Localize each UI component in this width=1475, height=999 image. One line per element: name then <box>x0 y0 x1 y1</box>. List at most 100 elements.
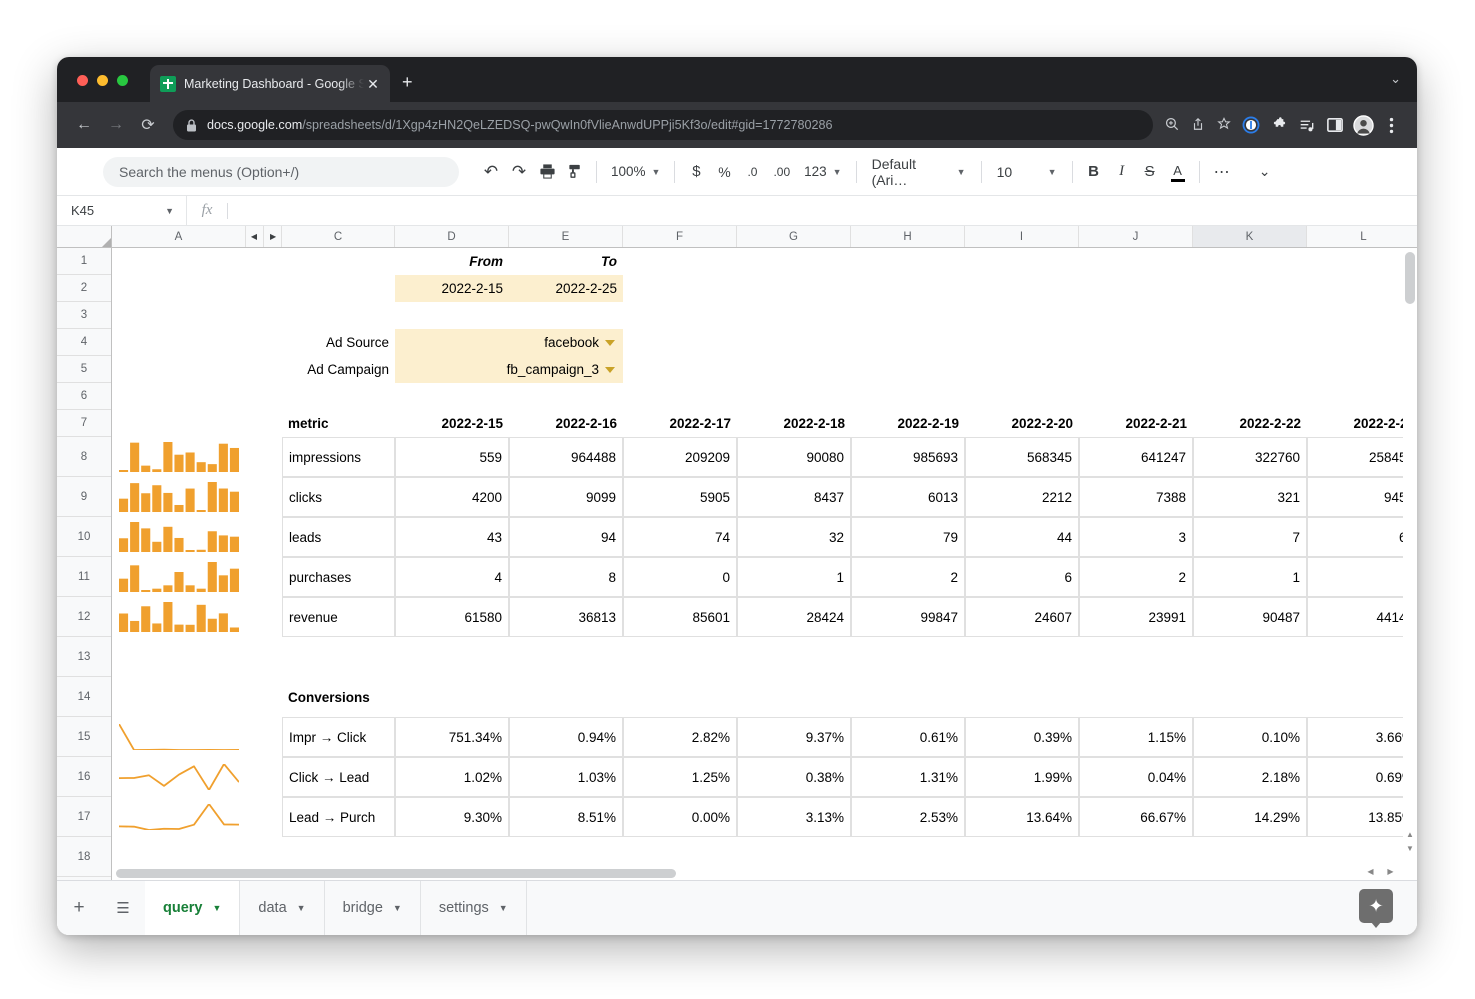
profile-avatar[interactable] <box>1349 114 1377 136</box>
row-header-8[interactable]: 8 <box>57 437 111 477</box>
conversion-value-cell[interactable]: 2.18% <box>1193 757 1307 797</box>
strikethrough-button[interactable]: S <box>1136 158 1164 186</box>
metric-value-cell[interactable]: 99847 <box>851 597 965 637</box>
conversion-value-cell[interactable]: 2.53% <box>851 797 965 837</box>
reading-list-icon[interactable] <box>1293 117 1321 134</box>
metric-value-cell[interactable]: 8437 <box>737 477 851 517</box>
row-header-12[interactable]: 12 <box>57 597 111 637</box>
close-icon[interactable]: ✕ <box>364 75 382 93</box>
conversion-value-cell[interactable]: 3.13% <box>737 797 851 837</box>
metric-value-cell[interactable]: 4 <box>395 557 509 597</box>
metric-value-cell[interactable]: 641247 <box>1079 437 1193 477</box>
column-header-E[interactable]: E <box>509 226 623 247</box>
metric-value-cell[interactable]: 32 <box>737 517 851 557</box>
zoom-icon[interactable] <box>1159 117 1185 134</box>
metric-value-cell[interactable]: 559 <box>395 437 509 477</box>
decrease-decimal-button[interactable]: .0 <box>738 158 766 186</box>
column-header-I[interactable]: I <box>965 226 1079 247</box>
conversion-value-cell[interactable]: 13.85% <box>1307 797 1417 837</box>
scroll-up-icon[interactable]: ▲ <box>1404 830 1416 842</box>
conversion-value-cell[interactable]: 1.25% <box>623 757 737 797</box>
scroll-left-icon[interactable]: ◀ <box>1364 867 1377 879</box>
conversion-value-cell[interactable]: 1.15% <box>1079 717 1193 757</box>
metric-value-cell[interactable]: 4200 <box>395 477 509 517</box>
column-header-A[interactable]: A <box>112 226 246 247</box>
address-bar[interactable]: docs.google.com/spreadsheets/d/1Xgp4zHN2… <box>173 110 1153 140</box>
print-icon[interactable] <box>533 158 561 186</box>
metric-value-cell[interactable]: 9 <box>1307 557 1417 597</box>
metric-value-cell[interactable]: 65 <box>1307 517 1417 557</box>
metric-value-cell[interactable]: 61580 <box>395 597 509 637</box>
metric-value-cell[interactable]: 74 <box>623 517 737 557</box>
metric-value-cell[interactable]: 985693 <box>851 437 965 477</box>
reload-icon[interactable]: ⟳ <box>133 110 163 140</box>
metric-value-cell[interactable]: 43 <box>395 517 509 557</box>
metric-value-cell[interactable]: 24607 <box>965 597 1079 637</box>
metric-value-cell[interactable]: 3 <box>1079 517 1193 557</box>
column-collapse-left-icon[interactable]: ◀ <box>246 226 264 247</box>
row-header-4[interactable]: 4 <box>57 329 111 356</box>
metric-value-cell[interactable]: 79 <box>851 517 965 557</box>
metric-value-cell[interactable]: 322760 <box>1193 437 1307 477</box>
metric-name-cell[interactable]: purchases <box>282 557 395 597</box>
conversion-value-cell[interactable]: 9.30% <box>395 797 509 837</box>
conversion-name-cell[interactable]: Click → Lead <box>282 757 395 797</box>
puzzle-extensions-icon[interactable] <box>1265 116 1293 134</box>
explore-button[interactable]: ✦ <box>1359 889 1393 928</box>
vertical-scrollbar[interactable]: ▲ ▼ <box>1403 248 1417 858</box>
percent-format-button[interactable]: % <box>710 158 738 186</box>
vertical-scrollbar-thumb[interactable] <box>1405 252 1415 304</box>
conversion-value-cell[interactable]: 0.69% <box>1307 757 1417 797</box>
metric-name-cell[interactable]: revenue <box>282 597 395 637</box>
ad-campaign-dropdown[interactable]: fb_campaign_3 <box>395 356 623 383</box>
more-options-button[interactable]: ⋯ <box>1207 158 1237 186</box>
sheet-tab-settings[interactable]: settings ▼ <box>421 881 527 935</box>
row-header-10[interactable]: 10 <box>57 517 111 557</box>
conversion-value-cell[interactable]: 1.31% <box>851 757 965 797</box>
row-header-6[interactable]: 6 <box>57 383 111 410</box>
metric-value-cell[interactable]: 2 <box>851 557 965 597</box>
metric-value-cell[interactable]: 7 <box>1193 517 1307 557</box>
metric-value-cell[interactable]: 209209 <box>623 437 737 477</box>
metric-value-cell[interactable]: 44 <box>965 517 1079 557</box>
metric-name-cell[interactable]: clicks <box>282 477 395 517</box>
sheet-tab-query[interactable]: query ▼ <box>145 881 241 935</box>
metric-value-cell[interactable]: 28424 <box>737 597 851 637</box>
side-panel-icon[interactable] <box>1321 117 1349 133</box>
conversion-value-cell[interactable]: 751.34% <box>395 717 509 757</box>
conversion-value-cell[interactable]: 0.94% <box>509 717 623 757</box>
column-header-L[interactable]: L <box>1307 226 1417 247</box>
column-header-F[interactable]: F <box>623 226 737 247</box>
to-date-cell[interactable]: 2022-2-25 <box>509 275 623 302</box>
column-header-K[interactable]: K <box>1193 226 1307 247</box>
conversion-value-cell[interactable]: 1.99% <box>965 757 1079 797</box>
metric-value-cell[interactable]: 258453 <box>1307 437 1417 477</box>
conversion-name-cell[interactable]: Impr → Click <box>282 717 395 757</box>
conversion-value-cell[interactable]: 8.51% <box>509 797 623 837</box>
metric-value-cell[interactable]: 9455 <box>1307 477 1417 517</box>
metric-value-cell[interactable]: 6 <box>965 557 1079 597</box>
from-date-cell[interactable]: 2022-2-15 <box>395 275 509 302</box>
metric-value-cell[interactable]: 7388 <box>1079 477 1193 517</box>
paint-format-icon[interactable] <box>561 158 589 186</box>
chevron-down-icon[interactable]: ▼ <box>213 903 222 913</box>
horizontal-scrollbar[interactable]: ◀ ▶ <box>112 866 1403 880</box>
metric-value-cell[interactable]: 1 <box>1193 557 1307 597</box>
metric-value-cell[interactable]: 8 <box>509 557 623 597</box>
conversion-value-cell[interactable]: 2.82% <box>623 717 737 757</box>
row-header-18[interactable]: 18 <box>57 837 111 877</box>
ad-source-dropdown[interactable]: facebook <box>395 329 623 356</box>
conversion-value-cell[interactable]: 9.37% <box>737 717 851 757</box>
conversion-name-cell[interactable]: Lead → Purch <box>282 797 395 837</box>
font-size-selector[interactable]: 10 ▼ <box>989 158 1065 186</box>
column-header-H[interactable]: H <box>851 226 965 247</box>
column-collapse-right-icon[interactable]: ▶ <box>264 226 282 247</box>
conversion-value-cell[interactable]: 0.61% <box>851 717 965 757</box>
metric-value-cell[interactable]: 90487 <box>1193 597 1307 637</box>
conversion-value-cell[interactable]: 1.03% <box>509 757 623 797</box>
add-sheet-icon[interactable]: + <box>57 881 101 935</box>
formula-input[interactable] <box>228 196 1417 225</box>
new-tab-button[interactable]: + <box>402 73 413 91</box>
metric-value-cell[interactable]: 85601 <box>623 597 737 637</box>
currency-format-button[interactable]: $ <box>682 158 710 186</box>
